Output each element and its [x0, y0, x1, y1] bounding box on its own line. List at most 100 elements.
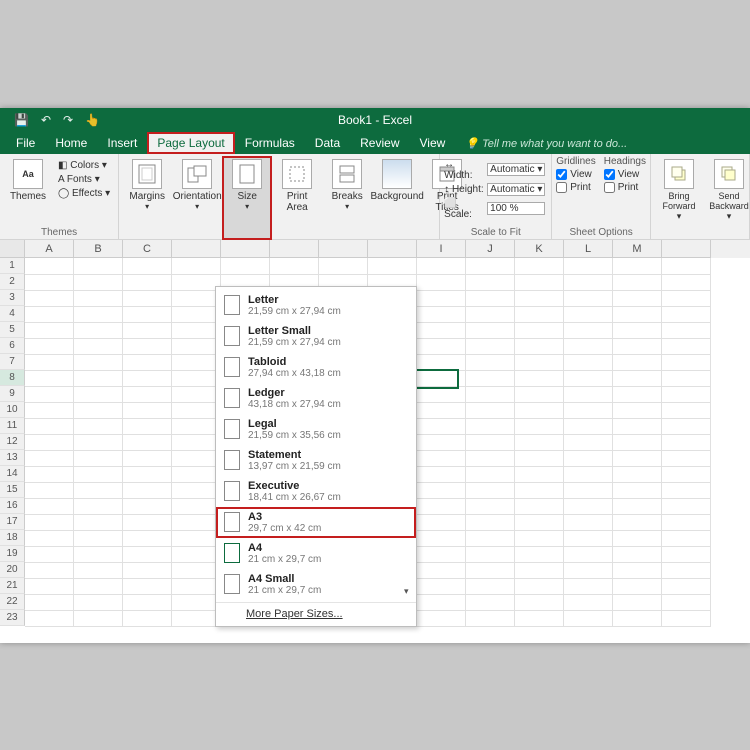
- cell[interactable]: [564, 322, 613, 339]
- row-header[interactable]: 8: [0, 370, 25, 386]
- cell[interactable]: [172, 546, 221, 563]
- cell[interactable]: [25, 274, 74, 291]
- row-header[interactable]: 22: [0, 594, 25, 610]
- cell[interactable]: [564, 450, 613, 467]
- cell[interactable]: [515, 258, 564, 275]
- cell[interactable]: [613, 306, 662, 323]
- cell[interactable]: [417, 402, 466, 419]
- cell[interactable]: [564, 370, 613, 387]
- cell[interactable]: [466, 578, 515, 595]
- cell[interactable]: [417, 290, 466, 307]
- gridlines-print-checkbox[interactable]: Print: [556, 182, 595, 193]
- cell[interactable]: [662, 562, 711, 579]
- size-option-letter[interactable]: Letter21,59 cm x 27,94 cm: [216, 290, 416, 321]
- gridlines-view-checkbox[interactable]: View: [556, 169, 595, 180]
- cell[interactable]: [25, 258, 74, 275]
- cell[interactable]: [74, 466, 123, 483]
- cell[interactable]: [417, 338, 466, 355]
- cell[interactable]: [515, 434, 564, 451]
- column-header[interactable]: M: [613, 240, 662, 258]
- headings-view-checkbox[interactable]: View: [604, 169, 646, 180]
- cell[interactable]: [417, 322, 466, 339]
- cell[interactable]: [25, 546, 74, 563]
- cell[interactable]: [662, 354, 711, 371]
- cell[interactable]: [564, 306, 613, 323]
- cell[interactable]: [25, 354, 74, 371]
- cell[interactable]: [25, 578, 74, 595]
- cell[interactable]: [466, 610, 515, 627]
- cell[interactable]: [123, 530, 172, 547]
- cell[interactable]: [74, 338, 123, 355]
- row-header[interactable]: 3: [0, 290, 25, 306]
- undo-icon[interactable]: ↶: [41, 113, 51, 127]
- cell[interactable]: [25, 530, 74, 547]
- row-header[interactable]: 23: [0, 610, 25, 626]
- cell[interactable]: [613, 370, 662, 387]
- cell[interactable]: [172, 274, 221, 291]
- cell[interactable]: [123, 482, 172, 499]
- tab-formulas[interactable]: Formulas: [235, 132, 305, 154]
- row-header[interactable]: 21: [0, 578, 25, 594]
- size-option-a4[interactable]: A421 cm x 29,7 cm: [216, 538, 416, 569]
- cell[interactable]: [172, 338, 221, 355]
- cell[interactable]: [466, 466, 515, 483]
- cell[interactable]: [123, 434, 172, 451]
- cell[interactable]: [417, 418, 466, 435]
- cell[interactable]: [25, 562, 74, 579]
- cell[interactable]: [172, 610, 221, 627]
- cell[interactable]: [25, 610, 74, 627]
- cell[interactable]: [417, 514, 466, 531]
- cell[interactable]: [613, 530, 662, 547]
- cell[interactable]: [613, 402, 662, 419]
- size-button[interactable]: Size▾: [223, 157, 271, 239]
- cell[interactable]: [417, 482, 466, 499]
- cell[interactable]: [417, 434, 466, 451]
- cell[interactable]: [123, 386, 172, 403]
- tab-data[interactable]: Data: [305, 132, 350, 154]
- cell[interactable]: [74, 450, 123, 467]
- cell[interactable]: [515, 290, 564, 307]
- cell[interactable]: [417, 258, 466, 275]
- cell[interactable]: [466, 594, 515, 611]
- cell[interactable]: [417, 354, 466, 371]
- cell[interactable]: [221, 258, 270, 275]
- cell[interactable]: [123, 546, 172, 563]
- row-header[interactable]: 14: [0, 466, 25, 482]
- cell[interactable]: [613, 610, 662, 627]
- cell[interactable]: [123, 466, 172, 483]
- row-header[interactable]: 5: [0, 322, 25, 338]
- cell[interactable]: [172, 482, 221, 499]
- column-header[interactable]: [270, 240, 319, 258]
- cell[interactable]: [515, 498, 564, 515]
- cell[interactable]: [417, 610, 466, 627]
- cell[interactable]: [613, 274, 662, 291]
- cell[interactable]: [123, 274, 172, 291]
- cell[interactable]: [466, 418, 515, 435]
- cell[interactable]: [25, 482, 74, 499]
- cell[interactable]: [74, 274, 123, 291]
- cell[interactable]: [123, 338, 172, 355]
- cell[interactable]: [123, 258, 172, 275]
- row-header[interactable]: 13: [0, 450, 25, 466]
- cell[interactable]: [515, 306, 564, 323]
- cell[interactable]: [417, 530, 466, 547]
- width-selector[interactable]: Automatic ▾: [487, 163, 545, 176]
- cell[interactable]: [662, 594, 711, 611]
- cell[interactable]: [172, 434, 221, 451]
- cell[interactable]: [172, 498, 221, 515]
- cell[interactable]: [466, 354, 515, 371]
- size-option-a3[interactable]: A329,7 cm x 42 cm: [216, 507, 416, 538]
- cell[interactable]: [172, 466, 221, 483]
- cell[interactable]: [25, 402, 74, 419]
- cell[interactable]: [564, 482, 613, 499]
- cell[interactable]: [417, 386, 466, 403]
- cell[interactable]: [466, 306, 515, 323]
- cell[interactable]: [368, 258, 417, 275]
- scale-input[interactable]: 100 %: [487, 202, 545, 215]
- cell[interactable]: [417, 306, 466, 323]
- cell[interactable]: [172, 290, 221, 307]
- row-header[interactable]: 16: [0, 498, 25, 514]
- cell[interactable]: [613, 450, 662, 467]
- cell[interactable]: [662, 498, 711, 515]
- cell[interactable]: [74, 386, 123, 403]
